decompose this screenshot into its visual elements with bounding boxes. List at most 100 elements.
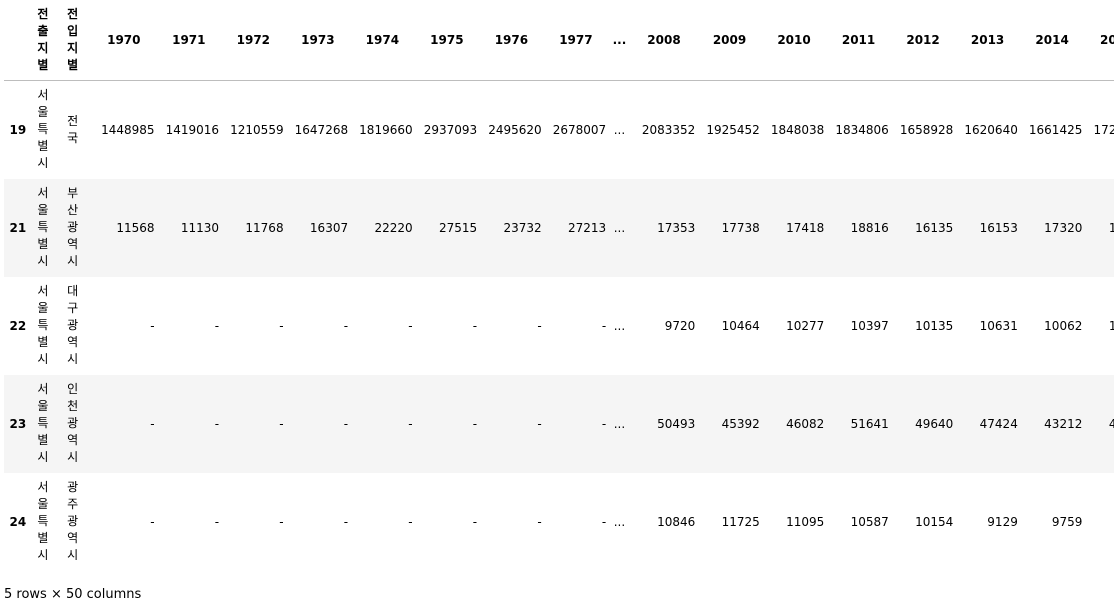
cell-from-region: 서울특별시	[32, 179, 55, 277]
column-header-from: 전출지별	[31, 0, 55, 81]
from-region-text: 서울특별시	[37, 88, 49, 171]
table-cell: 1210559	[230, 122, 284, 137]
column-header-to: 전입지별	[54, 0, 92, 81]
to-region-text: 부산광역시	[67, 186, 79, 268]
table-cell: -	[601, 514, 607, 529]
table-cell: 18816	[850, 220, 889, 235]
table-cell: 45392	[721, 416, 760, 431]
table-cell: 16153	[979, 220, 1018, 235]
column-header-year: 1974	[350, 0, 415, 81]
row-index: 21	[9, 220, 27, 235]
table-cell: 10587	[850, 514, 889, 529]
column-header-year: 1972	[221, 0, 286, 81]
table-cell: 2937093	[423, 122, 478, 137]
table-cell: -	[214, 514, 220, 529]
table-body: 19 서울특별시 전국 1448985 1419016 1210559 1647268 181…	[4, 80, 1114, 569]
table-cell: 10464	[721, 318, 760, 333]
cell-from-region: 서울특별시	[32, 375, 55, 473]
ellipsis-cell: ...	[613, 416, 626, 431]
table-cell: 1620640	[964, 122, 1018, 137]
table-cell: 47424	[979, 416, 1018, 431]
table-cell: 17738	[721, 220, 760, 235]
table-cell: -	[472, 514, 478, 529]
table-cell: -	[214, 416, 220, 431]
from-label: 전출지별	[37, 7, 49, 72]
table-cell: 9129	[987, 514, 1018, 529]
to-region-text: 광주광역시	[67, 480, 79, 562]
from-region-text: 서울특별시	[37, 186, 49, 268]
to-label: 전입지별	[67, 7, 79, 72]
table-cell: 10062	[1044, 318, 1083, 333]
from-region-text: 서울특별시	[37, 382, 49, 464]
table-cell: 10631	[979, 318, 1018, 333]
to-region-text: 전국	[67, 113, 79, 145]
table-cell: 11130	[180, 220, 220, 235]
column-header-year: 1976	[479, 0, 544, 81]
table-cell: 9216	[1084, 473, 1114, 569]
table-cell: 11768	[245, 220, 284, 235]
column-header-year: 2015	[1084, 0, 1114, 81]
row-index: 19	[9, 122, 27, 137]
row-index: 24	[9, 514, 27, 529]
from-region-text: 서울특별시	[37, 284, 49, 366]
column-header-year: 1970	[91, 0, 157, 81]
column-header-year: 1977	[543, 0, 609, 81]
to-region-text: 인천광역시	[67, 382, 79, 464]
dataframe-output: 전출지별 전입지별 1970 1971 1972 1973 1974 1975 1976 19…	[4, 0, 1114, 568]
ellipsis-cell: ...	[613, 514, 626, 529]
table-row: 19 서울특별시 전국 1448985 1419016 1210559 1647268 181…	[4, 80, 1114, 179]
table-cell: 1419016	[165, 122, 220, 137]
table-cell: 2495620	[488, 122, 542, 137]
table-cell: -	[279, 318, 284, 333]
table-cell: -	[150, 514, 155, 529]
table-cell: 27515	[438, 220, 478, 235]
table-cell: 1448985	[101, 122, 155, 137]
table-row: 23 서울특별시 인천광역시 - - - - - - - -... 50493 45392 46082 51…	[4, 374, 1114, 473]
table-row: 24 서울특별시 광주광역시 - - - - - - - -... 10846 11725 11095 10…	[4, 472, 1114, 569]
row-column-count: 5 rows × 50 columns	[4, 587, 142, 602]
table-cell: -	[343, 514, 349, 529]
table-cell: 27213	[567, 220, 607, 235]
table-cell: 17009	[1108, 220, 1114, 235]
table-cell: 10277	[786, 318, 825, 333]
table-cell: 2083352	[641, 122, 696, 137]
ellipsis-cell: ...	[613, 122, 626, 137]
column-header-year: 1971	[156, 0, 222, 81]
header-row: 전출지별 전입지별 1970 1971 1972 1973 1974 1975 1976 19…	[4, 0, 1114, 81]
table-cell: 22220	[374, 220, 413, 235]
column-header-year: 1973	[285, 0, 351, 81]
cell-from-region: 서울특별시	[32, 277, 55, 375]
ellipsis-cell: ...	[613, 318, 626, 333]
column-header-year: 2013	[955, 0, 1020, 81]
table-cell: 1647268	[294, 122, 349, 137]
table-cell: 46082	[786, 416, 825, 431]
table-cell: 1661425	[1028, 122, 1083, 137]
table-cell: -	[408, 514, 413, 529]
cell-to-region: 대구광역시	[54, 277, 91, 375]
table-cell: 23732	[503, 220, 542, 235]
cell-to-region: 전국	[54, 81, 91, 179]
table-cell: 1726687	[1093, 122, 1114, 137]
table-cell: -	[601, 416, 607, 431]
table-cell: -	[150, 318, 155, 333]
table-cell: -	[279, 416, 284, 431]
cell-to-region: 인천광역시	[54, 375, 91, 473]
table-cell: 10135	[915, 318, 954, 333]
column-header-year: 2011	[826, 0, 891, 81]
table-cell: 1848038	[770, 122, 825, 137]
table-cell: -	[537, 514, 542, 529]
table-cell: 17418	[786, 220, 825, 235]
table-cell: 16307	[309, 220, 349, 235]
table-cell: 16135	[915, 220, 954, 235]
table-cell: 50493	[657, 416, 696, 431]
to-region-text: 대구광역시	[67, 284, 79, 366]
table-row: 21 서울특별시 부산광역시 11568 11130 11768 16307 22220 275…	[4, 178, 1114, 277]
ellipsis-cell: ...	[613, 220, 626, 235]
table-cell: -	[472, 318, 478, 333]
table-cell: -	[537, 318, 542, 333]
table-cell: 17353	[657, 220, 696, 235]
table-row: 22 서울특별시 대구광역시 - - - - - - - -... 9720 10464 10277 103…	[4, 276, 1114, 375]
table-cell: 11095	[786, 514, 825, 529]
table-cell: -	[472, 416, 478, 431]
index-header	[4, 0, 32, 81]
